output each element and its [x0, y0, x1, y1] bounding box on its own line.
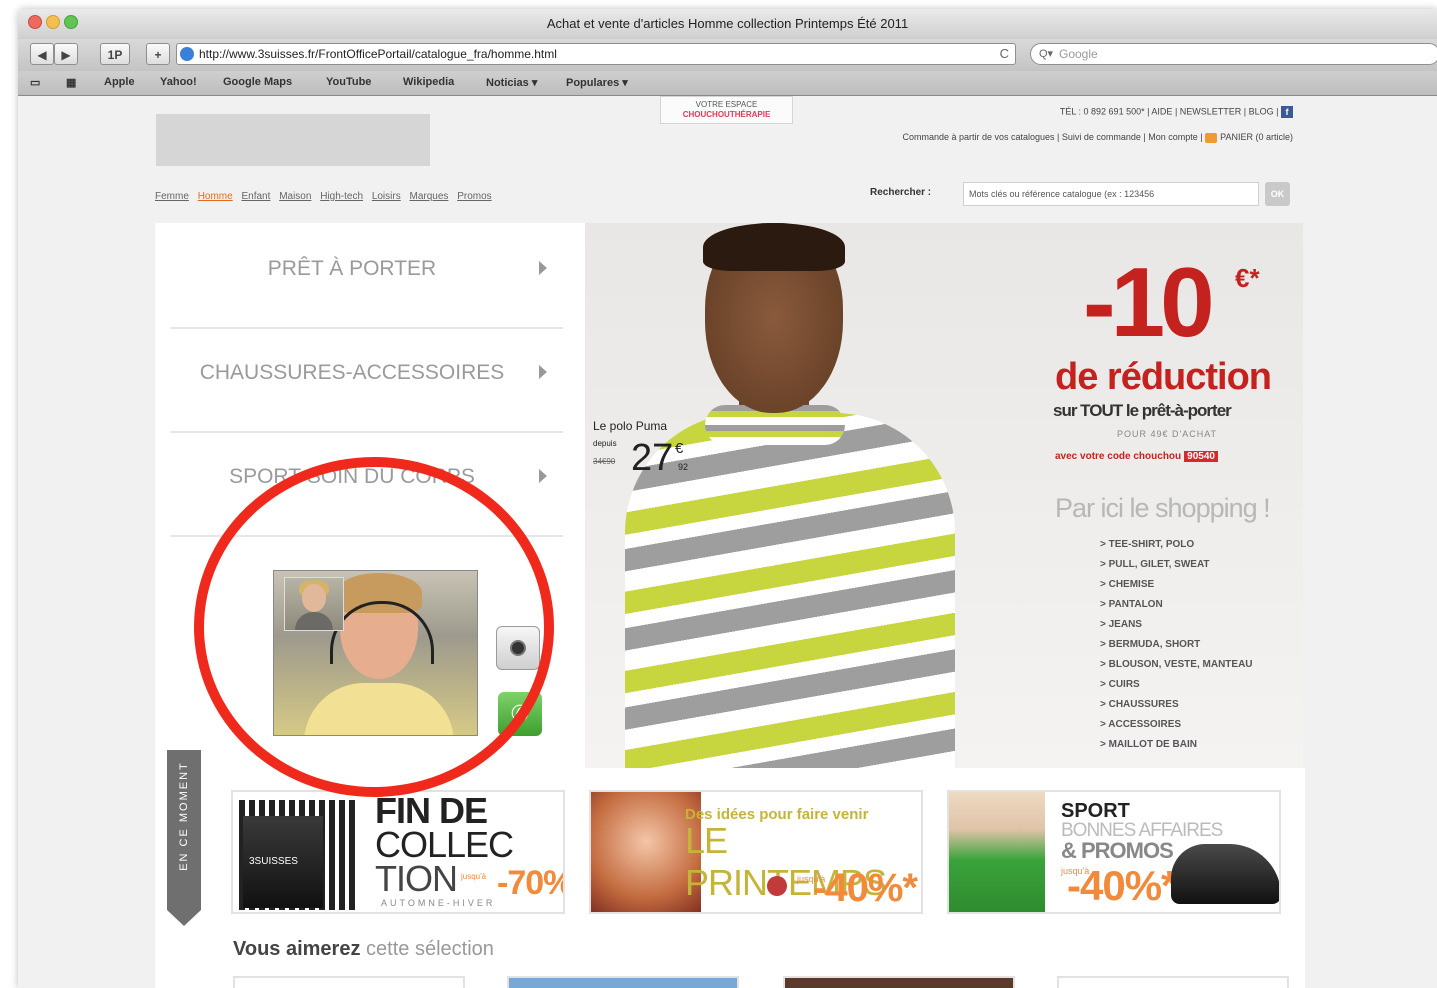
model-photo [949, 792, 1045, 912]
promo-amount: -10 [1083, 247, 1215, 357]
site-header: VOTRE ESPACE CHOUCHOUTHÉRAPIE TÉL : 0 89… [155, 96, 1305, 206]
shop-link[interactable]: > TEE-SHIRT, POLO [1100, 535, 1253, 555]
nav-loisirs[interactable]: Loisirs [372, 191, 401, 202]
address-url: http://www.3suisses.fr/FrontOfficePortai… [199, 47, 557, 61]
cart-icon [1205, 132, 1218, 143]
product-card[interactable] [507, 976, 739, 988]
reload-icon[interactable]: C [1000, 46, 1009, 61]
window-title: Achat et vente d'articles Homme collecti… [546, 16, 909, 31]
browser-window: Achat et vente d'articles Homme collecti… [18, 9, 1437, 988]
promo-line1: de réduction [1055, 356, 1272, 398]
back-button[interactable]: ◀ [30, 43, 54, 65]
chevron-right-icon [539, 365, 547, 379]
chevron-right-icon [539, 261, 547, 275]
product-card[interactable] [783, 976, 1015, 988]
account-links[interactable]: Commande à partir de vos catalogues | Su… [902, 132, 1293, 143]
site-logo-placeholder[interactable] [156, 114, 430, 166]
shop-link[interactable]: > CHAUSSURES [1100, 695, 1253, 715]
bookmark-apple[interactable]: Apple [104, 76, 135, 88]
nav-maison[interactable]: Maison [279, 191, 311, 202]
panier-link[interactable]: PANIER (0 article) [1220, 132, 1293, 142]
search-ok-button[interactable]: OK [1265, 182, 1290, 206]
banner-sport[interactable]: SPORT BONNES AFFAIRES & PROMOS jusqu'à -… [947, 790, 1281, 914]
nav-femme[interactable]: Femme [155, 191, 189, 202]
promo-euro: €* [1235, 263, 1260, 293]
moment-section: EN CE MOMENT 3SUISSES FIN DE COLLEC TION… [155, 750, 1305, 988]
search-placeholder: Google [1059, 47, 1098, 61]
web-content: VOTRE ESPACE CHOUCHOUTHÉRAPIE TÉL : 0 89… [18, 96, 1437, 988]
en-ce-moment-tab: EN CE MOMENT [167, 750, 201, 926]
add-bookmark-button[interactable]: + [146, 43, 170, 65]
polo-old-price: 34€90 [593, 457, 616, 466]
onepassword-button[interactable]: 1P [100, 43, 130, 65]
polo-cents: 92 [678, 462, 689, 472]
nav-promos[interactable]: Promos [457, 191, 491, 202]
shop-link[interactable]: > BLOUSON, VESTE, MANTEAU [1100, 655, 1253, 675]
promo-code-line: avec votre code chouchou 90540 [1055, 451, 1218, 462]
browser-toolbar: ◀ ▶ 1P + http://www.3suisses.fr/FrontOff… [18, 39, 1437, 71]
nav-marques[interactable]: Marques [410, 191, 449, 202]
sneaker-image [1171, 844, 1279, 904]
catalogue-image: 3SUISSES [243, 816, 323, 908]
shop-link[interactable]: > BERMUDA, SHORT [1100, 635, 1253, 655]
selection-heading: Vous aimerez cette sélection [233, 938, 494, 960]
top-sites-icon[interactable]: ▦ [66, 76, 76, 89]
promo-minimum: POUR 49€ D'ACHAT [1116, 429, 1218, 439]
polo-label: Le polo Puma [593, 419, 668, 433]
shopping-title: Par ici le shopping ! [1055, 493, 1271, 523]
polo-price: 27 [631, 437, 674, 479]
menu-chaussures-accessoires[interactable]: CHAUSSURES-ACCESSOIRES [171, 327, 563, 433]
hero-banner[interactable]: Le polo Puma depuis 34€90 27 € 92 -10 €*… [585, 223, 1303, 768]
shop-link[interactable]: > PANTALON [1100, 595, 1253, 615]
shop-link[interactable]: > MAILLOT DE BAIN [1100, 735, 1253, 755]
espace-chouchoutherapie[interactable]: VOTRE ESPACE CHOUCHOUTHÉRAPIE [660, 96, 793, 124]
bookmark-populares[interactable]: Populares ▾ [566, 76, 628, 89]
banner-fin-de-collection[interactable]: 3SUISSES FIN DE COLLEC TION jusqu'à -70%… [231, 790, 565, 914]
reading-list-icon[interactable]: ▭ [30, 76, 40, 89]
top-links[interactable]: TÉL : 0 892 691 500* | AIDE | NEWSLETTER… [1060, 106, 1293, 118]
site-search-input[interactable]: Mots clés ou référence catalogue (ex : 1… [963, 182, 1259, 206]
bookmark-yahoo[interactable]: Yahoo! [160, 76, 197, 88]
bookmark-youtube[interactable]: YouTube [326, 76, 371, 88]
shop-link[interactable]: > PULL, GILET, SWEAT [1100, 555, 1253, 575]
search-field[interactable]: Q▾ Google [1030, 43, 1437, 65]
product-card[interactable] [1057, 976, 1289, 988]
polo-currency: € [675, 440, 684, 457]
nav-enfant[interactable]: Enfant [241, 191, 270, 202]
search-label: Rechercher : [870, 187, 932, 198]
nav-high-tech[interactable]: High-tech [320, 191, 363, 202]
promo-line2: sur TOUT le prêt-à-porter [1053, 401, 1232, 420]
bookmark-wikipedia[interactable]: Wikipedia [403, 76, 454, 88]
banner-printemps[interactable]: Des idées pour faire venir LE PRINTEMPS … [589, 790, 923, 914]
search-icon: Q▾ [1039, 48, 1054, 60]
shop-link[interactable]: > CHEMISE [1100, 575, 1253, 595]
promo-code-badge: 90540 [1184, 451, 1218, 462]
model-hair [703, 223, 845, 271]
address-bar[interactable]: http://www.3suisses.fr/FrontOfficePortai… [176, 43, 1016, 65]
product-card[interactable] [233, 976, 465, 988]
shop-link[interactable]: > ACCESSOIRES [1100, 715, 1253, 735]
flower-icon [767, 876, 787, 896]
model-shirt [625, 413, 955, 768]
bookmark-noticias[interactable]: Noticias ▾ [486, 76, 537, 89]
bookmarks-bar: ▭ ▦ Apple Yahoo! Google Maps YouTube Wik… [18, 71, 1437, 96]
menu-pret-a-porter[interactable]: PRÊT À PORTER [171, 223, 563, 329]
shop-link[interactable]: > CUIRS [1100, 675, 1253, 695]
polo-depuis: depuis [593, 439, 617, 448]
facebook-icon[interactable]: f [1281, 106, 1293, 118]
bookmark-google-maps[interactable]: Google Maps [223, 76, 292, 88]
nav-homme[interactable]: Homme [198, 191, 233, 202]
annotation-circle [194, 457, 554, 797]
forward-button[interactable]: ▶ [54, 43, 78, 65]
chevron-right-icon [539, 469, 547, 483]
globe-icon [180, 47, 194, 61]
shop-link[interactable]: > JEANS [1100, 615, 1253, 635]
title-bar: Achat et vente d'articles Homme collecti… [18, 9, 1437, 39]
shopping-list: > TEE-SHIRT, POLO > PULL, GILET, SWEAT >… [1100, 535, 1253, 755]
main-nav: Femme Homme Enfant Maison High-tech Lois… [155, 191, 498, 202]
